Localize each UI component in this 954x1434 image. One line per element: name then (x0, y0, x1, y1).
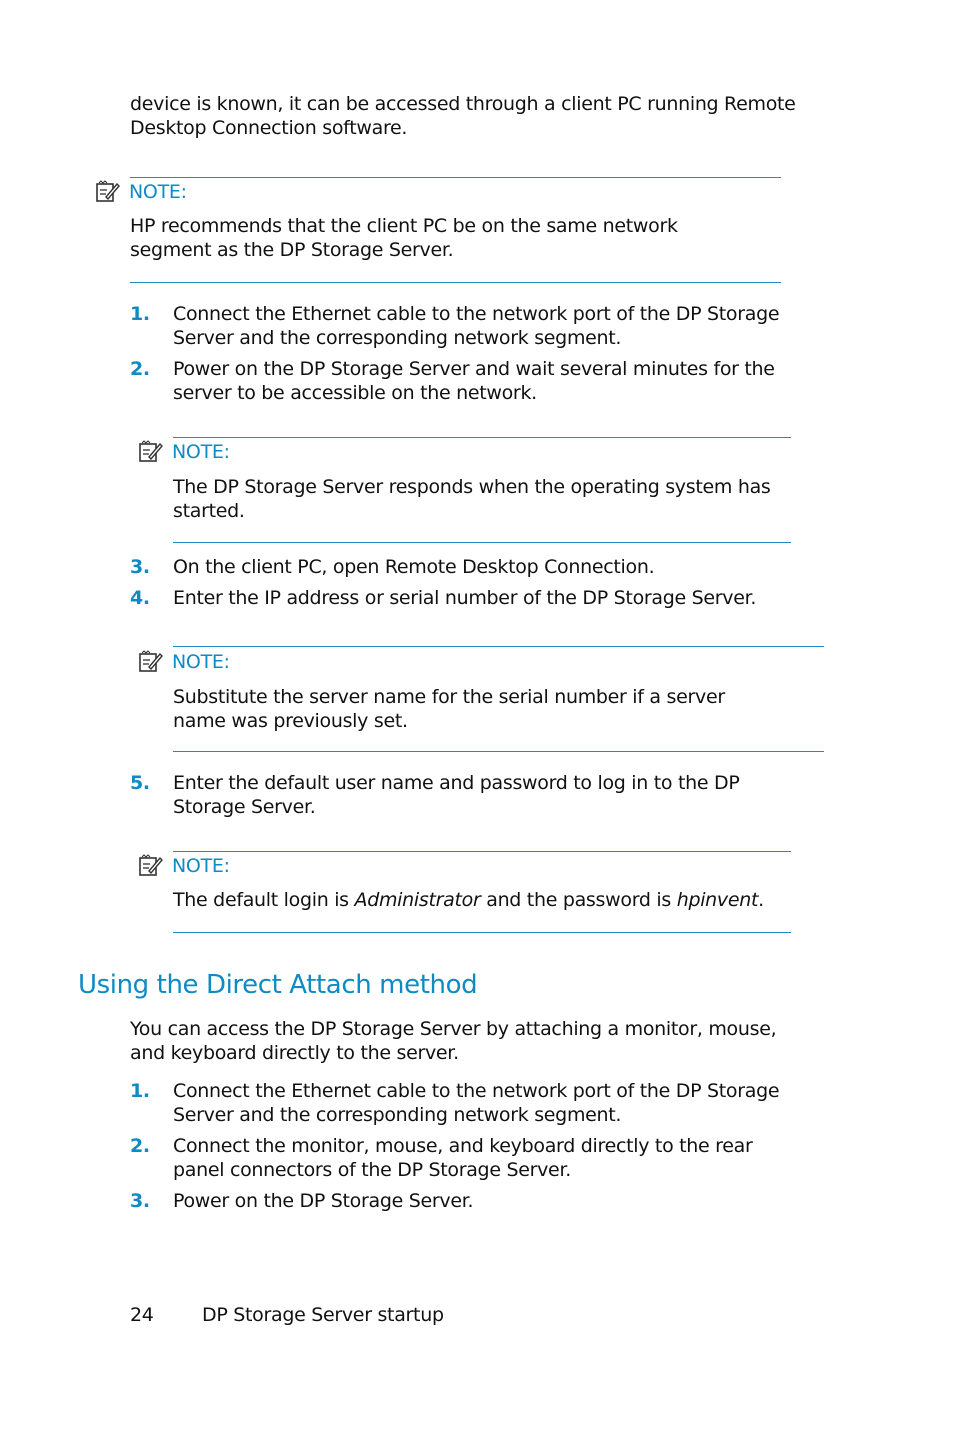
note-label: NOTE: (172, 441, 230, 463)
note-pencil-icon (138, 650, 164, 674)
note-header: NOTE: (138, 440, 230, 464)
intro-paragraph: device is known, it can be accessed thro… (130, 93, 796, 139)
note-text-after: . (758, 889, 764, 911)
section-intro: You can access the DP Storage Server by … (130, 1018, 777, 1064)
note-rule-bottom (173, 932, 791, 933)
step-text: Connect the Ethernet cable to the networ… (173, 303, 780, 349)
step-item: 5. Enter the default user name and passw… (130, 771, 810, 819)
note-header: NOTE: (138, 854, 230, 878)
note-rule-bottom (130, 282, 781, 283)
step-text: Power on the DP Storage Server and wait … (173, 358, 775, 404)
step-item: 1. Connect the Ethernet cable to the net… (130, 1079, 810, 1127)
note-pencil-icon (138, 440, 164, 464)
note-text: The default login is Administrator and t… (173, 888, 793, 912)
note-text: The DP Storage Server responds when the … (173, 476, 771, 522)
step-text: Connect the monitor, mouse, and keyboard… (173, 1135, 753, 1181)
step-text: Power on the DP Storage Server. (173, 1190, 474, 1212)
note-rule-bottom (173, 542, 791, 543)
note-label: NOTE: (172, 855, 230, 877)
section-heading: Using the Direct Attach method (78, 970, 478, 1000)
step-text: Enter the IP address or serial number of… (173, 587, 757, 609)
page-number: 24 (130, 1304, 154, 1326)
step-text: Enter the default user name and password… (173, 772, 740, 818)
note-label: NOTE: (129, 181, 187, 203)
step-number: 5. (130, 772, 150, 794)
step-item: 3. On the client PC, open Remote Desktop… (130, 555, 820, 579)
note-header: NOTE: (138, 650, 230, 674)
step-text: Connect the Ethernet cable to the networ… (173, 1080, 780, 1126)
chapter-title: DP Storage Server startup (202, 1304, 444, 1326)
step-item: 2. Power on the DP Storage Server and wa… (130, 357, 810, 405)
note-label: NOTE: (172, 651, 230, 673)
note-text: HP recommends that the client PC be on t… (130, 215, 678, 261)
note-rule-top (173, 437, 791, 438)
note-text-middle: and the password is (480, 889, 677, 911)
note-pencil-icon (138, 854, 164, 878)
step-item: 4. Enter the IP address or serial number… (130, 586, 820, 610)
default-login-value: Administrator (354, 889, 481, 911)
note-rule-top (130, 177, 781, 178)
step-number: 2. (130, 1135, 150, 1157)
note-rule-top (173, 646, 824, 647)
step-number: 2. (130, 358, 150, 380)
step-number: 3. (130, 556, 150, 578)
step-text: On the client PC, open Remote Desktop Co… (173, 556, 655, 578)
note-pencil-icon (95, 180, 121, 204)
note-text-before: The default login is (173, 889, 355, 911)
note-rule-bottom (173, 751, 824, 752)
step-number: 1. (130, 1080, 150, 1102)
step-item: 3. Power on the DP Storage Server. (130, 1189, 810, 1213)
step-item: 1. Connect the Ethernet cable to the net… (130, 302, 810, 350)
step-number: 1. (130, 303, 150, 325)
step-number: 3. (130, 1190, 150, 1212)
step-item: 2. Connect the monitor, mouse, and keybo… (130, 1134, 810, 1182)
default-password-value: hpinvent (676, 889, 759, 911)
step-number: 4. (130, 587, 150, 609)
note-header: NOTE: (95, 180, 187, 204)
note-text: Substitute the server name for the seria… (173, 686, 725, 732)
note-rule-top (173, 851, 791, 852)
